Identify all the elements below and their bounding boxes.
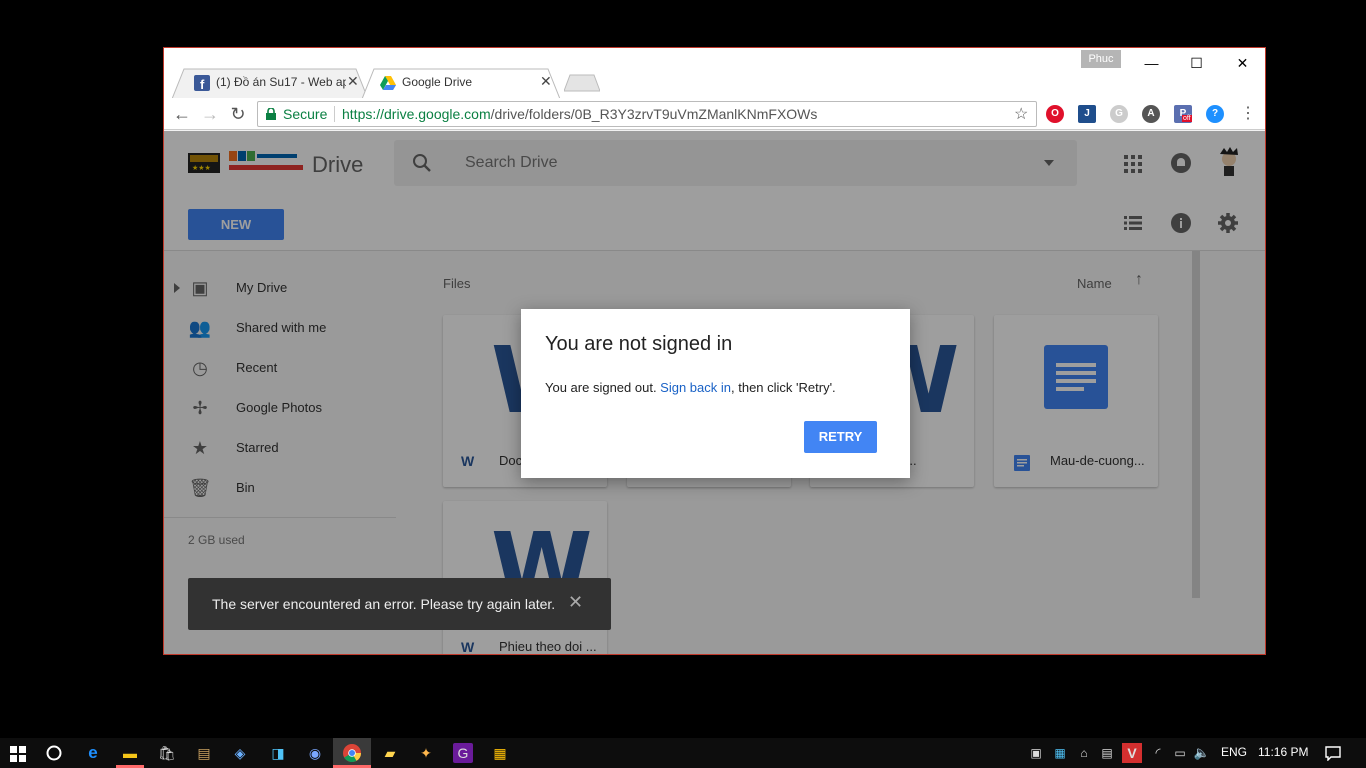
reload-button[interactable]: ↻ — [227, 103, 249, 125]
address-bar[interactable]: Secure https://drive.google.com/drive/fo… — [257, 101, 1037, 127]
windows-taskbar: e ▬ 🛍 ▤ ◈ ◨ ◉ ▰ ✦ G ▦ ▣ ▦ ⌂ ▤ V ◜ ▭ 🔈 EN… — [0, 738, 1366, 768]
grey-circle-icon[interactable]: G — [1110, 105, 1128, 123]
action-center-icon[interactable] — [1325, 746, 1341, 761]
omnibox-divider — [334, 106, 335, 122]
tray-icon[interactable]: ⌂ — [1074, 743, 1094, 763]
tray-icon[interactable]: ▣ — [1026, 743, 1046, 763]
chrome-icon[interactable] — [343, 744, 361, 762]
edge-icon[interactable]: e — [83, 743, 103, 763]
close-window-button[interactable]: ✕ — [1220, 52, 1265, 74]
dialog-message: You are signed out. Sign back in, then c… — [545, 380, 836, 395]
dialog-title: You are not signed in — [545, 333, 733, 355]
signed-out-dialog: You are not signed in You are signed out… — [521, 309, 910, 478]
retry-button[interactable]: RETRY — [804, 421, 877, 453]
maximize-button[interactable]: ☐ — [1174, 52, 1219, 74]
profile-badge[interactable]: Phuc — [1081, 50, 1121, 68]
lock-icon — [266, 108, 276, 120]
store-icon[interactable]: 🛍 — [157, 743, 177, 763]
battery-icon[interactable]: ▭ — [1170, 743, 1190, 763]
clock[interactable]: 11:16 PM — [1258, 745, 1308, 759]
star-bookmark-icon[interactable]: ☆ — [1014, 104, 1028, 124]
windows-start-icon[interactable] — [10, 746, 26, 762]
ext-off-badge: off — [1182, 115, 1192, 122]
tab-title: (1) Đồ án Su17 - Web ap — [216, 75, 346, 89]
close-icon[interactable]: ✕ — [540, 73, 552, 90]
volume-icon[interactable]: 🔈 — [1192, 743, 1212, 763]
j-extension-icon[interactable]: J — [1078, 105, 1096, 123]
dialog-message-prefix: You are signed out. — [545, 380, 661, 395]
tab-google-drive[interactable]: Google Drive ✕ — [362, 68, 560, 99]
tab-title: Google Drive — [402, 75, 473, 89]
sign-back-in-link[interactable]: Sign back in — [660, 380, 731, 395]
secure-label: Secure — [283, 106, 328, 122]
facebook-icon: f — [194, 75, 210, 91]
app-icon[interactable]: ✦ — [416, 743, 436, 763]
browser-toolbar: ← → ↻ Secure https://drive.google.com/dr… — [164, 98, 1265, 130]
file-explorer-icon[interactable]: ▬ — [120, 743, 140, 763]
menu-kebab-icon[interactable]: ⋮ — [1237, 103, 1259, 125]
3d-cube-icon[interactable]: ◈ — [230, 743, 250, 763]
svg-text:f: f — [200, 77, 205, 91]
app-icon[interactable]: G — [453, 743, 473, 763]
wifi-icon[interactable]: ◜ — [1148, 743, 1168, 763]
a-extension-icon[interactable]: A — [1142, 105, 1160, 123]
opera-icon[interactable]: O — [1046, 105, 1064, 123]
app-icon[interactable]: ▦ — [490, 743, 510, 763]
tray-app-icon[interactable]: V — [1122, 743, 1142, 763]
chrome-window: f (1) Đồ án Su17 - Web ap ✕ Google Drive… — [163, 47, 1266, 655]
blue-extension-icon[interactable]: ? — [1206, 105, 1224, 123]
tray-icon[interactable]: ▦ — [1050, 743, 1070, 763]
sticky-notes-icon[interactable]: ▰ — [380, 743, 400, 763]
minimize-button[interactable]: — — [1129, 52, 1174, 74]
cortana-icon[interactable] — [46, 745, 62, 761]
tab-facebook[interactable]: f (1) Đồ án Su17 - Web ap ✕ — [172, 68, 368, 99]
url-host: https://drive.google.com — [342, 106, 491, 122]
close-icon[interactable]: ✕ — [347, 73, 359, 90]
app-icon[interactable]: ▤ — [194, 743, 214, 763]
tray-icon[interactable]: ▤ — [1097, 743, 1117, 763]
app-icon[interactable]: ◨ — [268, 743, 288, 763]
dialog-message-suffix: , then click 'Retry'. — [731, 380, 836, 395]
new-tab-button[interactable] — [564, 74, 600, 92]
tab-strip: f (1) Đồ án Su17 - Web ap ✕ Google Drive… — [164, 48, 1265, 99]
url-path: /drive/folders/0B_R3Y3zrvT9uVmZManlKNmFX… — [490, 106, 818, 122]
forward-button[interactable]: → — [199, 103, 221, 125]
app-icon[interactable]: ◉ — [305, 743, 325, 763]
url-text: https://drive.google.com/drive/folders/0… — [342, 106, 817, 122]
google-drive-icon — [380, 76, 396, 90]
language-indicator[interactable]: ENG — [1221, 745, 1247, 759]
back-button[interactable]: ← — [171, 103, 193, 125]
